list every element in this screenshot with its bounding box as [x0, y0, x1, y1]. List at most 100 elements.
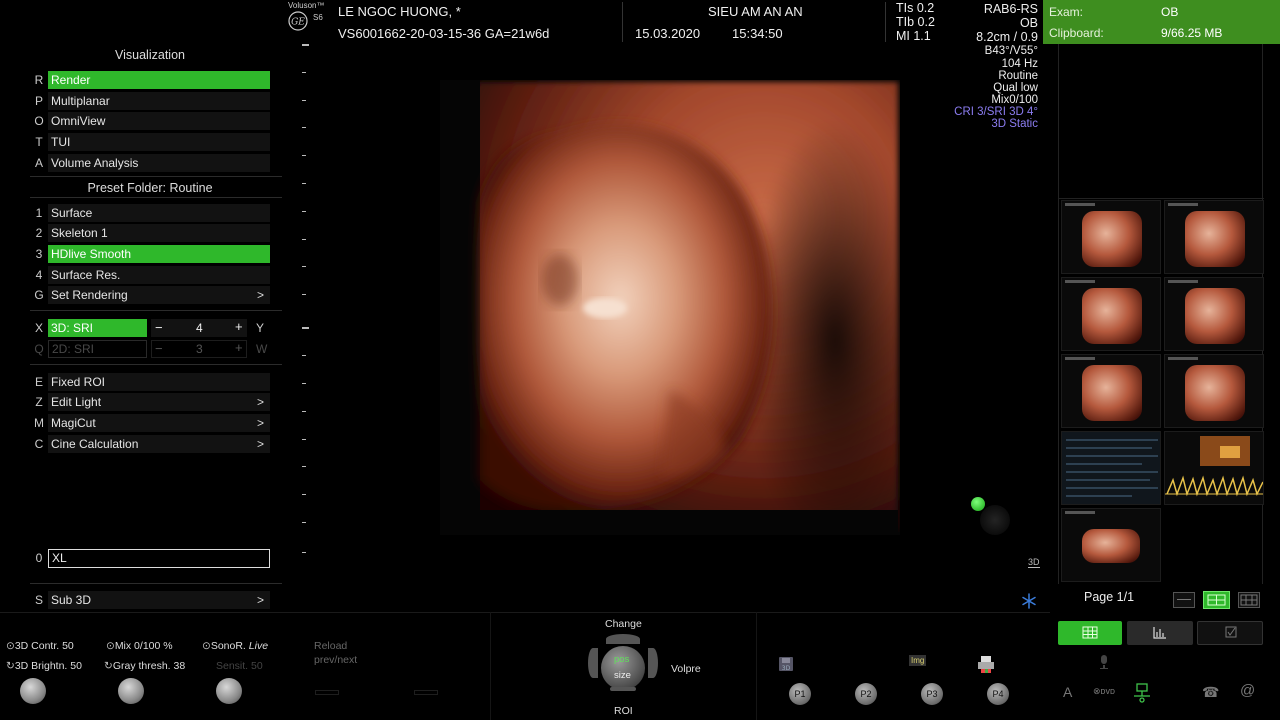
clipboard-thumbnail[interactable]	[1061, 277, 1161, 351]
preset-hdlive-smooth[interactable]: 3 HDlive Smooth	[30, 245, 270, 263]
scale-tick	[302, 494, 306, 495]
menu-key: G	[34, 288, 44, 302]
clipboard-thumbnail[interactable]	[1164, 277, 1264, 351]
menu-key: S	[34, 593, 43, 607]
mix-label: Mix0/100	[991, 94, 1038, 106]
sonor-knob[interactable]	[216, 678, 242, 704]
clipboard-thumbnail-report[interactable]	[1061, 431, 1161, 505]
scale-tick	[302, 411, 306, 412]
layout-2x2-button[interactable]	[1203, 591, 1230, 609]
grid-icon	[1240, 594, 1258, 606]
thumbnail-image	[1185, 288, 1245, 344]
fixed-roi-item[interactable]: E Fixed ROI	[30, 373, 270, 391]
roi-trackball[interactable]: pos size	[588, 634, 658, 692]
scale-tick	[302, 211, 306, 212]
exam-label: Exam:	[1049, 5, 1084, 19]
svg-text:3D: 3D	[782, 665, 791, 672]
preset-surface[interactable]: 1 Surface	[30, 204, 270, 222]
clipboard-thumbnail[interactable]	[1061, 354, 1161, 428]
prev-next-key[interactable]	[414, 690, 438, 695]
menu-label: TUI	[48, 133, 270, 151]
3d-badge: 3D	[1028, 557, 1040, 568]
sonor-control[interactable]: ⊙SonoR. Live	[202, 640, 268, 652]
microphone-icon[interactable]	[1097, 654, 1111, 670]
mode-render[interactable]: R Render	[30, 71, 270, 89]
table-view-button[interactable]	[1058, 621, 1122, 645]
clipboard-thumbnail[interactable]	[1164, 354, 1264, 428]
sub-3d-item[interactable]: S Sub 3D >	[30, 591, 270, 609]
gray-threshold-control[interactable]: ↻Gray thresh. 38	[104, 660, 185, 672]
printer-icon[interactable]	[976, 655, 996, 675]
render-viewport[interactable]	[440, 80, 900, 535]
scale-tick	[302, 72, 306, 73]
scale-tick	[302, 155, 306, 156]
layout-3x3-button[interactable]	[1238, 592, 1260, 608]
mode-omniview[interactable]: O OmniView	[30, 112, 270, 130]
snowflake-icon[interactable]	[1021, 593, 1037, 609]
p4-button[interactable]: P4	[987, 683, 1009, 705]
at-sign-icon[interactable]: @	[1240, 682, 1255, 699]
gray-threshold-knob[interactable]	[118, 678, 144, 704]
graph-view-button[interactable]	[1127, 621, 1193, 645]
sri-2d-label[interactable]: 2D: SRI	[48, 340, 147, 358]
clipboard-thumbnail-doppler[interactable]	[1164, 431, 1264, 505]
menu-label: Cine Calculation >	[48, 435, 270, 453]
network-icon[interactable]	[1130, 682, 1154, 704]
scale-tick	[302, 552, 306, 553]
scale-tick	[302, 127, 306, 128]
table-icon	[1082, 626, 1098, 639]
menu-key: A	[34, 156, 43, 170]
menu-label: Edit Light >	[48, 393, 270, 411]
sri-3d-minus-button[interactable]: −	[155, 320, 163, 335]
reload-key[interactable]	[315, 690, 339, 695]
checkbox-icon	[1225, 626, 1237, 638]
p2-button[interactable]: P2	[855, 683, 877, 705]
scale-tick	[302, 239, 306, 240]
thumbnail-image	[1082, 365, 1142, 421]
mode-multiplanar[interactable]: P Multiplanar	[30, 92, 270, 110]
save-disk-icon[interactable]: 3D	[777, 656, 797, 674]
clipboard-thumbnail[interactable]	[1061, 200, 1161, 274]
menu-key: P	[34, 94, 43, 108]
roi-label: ROI	[614, 705, 633, 717]
xl-field[interactable]: XL	[48, 549, 270, 568]
mix-control[interactable]: ⊙Mix 0/100 %	[106, 640, 173, 652]
freq-label: 104 Hz	[1001, 58, 1038, 70]
logo: Voluson™ S6 GE	[284, 0, 330, 40]
trackball-left-key	[588, 648, 598, 678]
preset-skeleton[interactable]: 2 Skeleton 1	[30, 224, 270, 242]
brightness-control[interactable]: ↻3D Brightn. 50	[6, 660, 82, 672]
menu-key: M	[34, 416, 44, 430]
p3-button[interactable]: P3	[921, 683, 943, 705]
mode-tui[interactable]: T TUI	[30, 133, 270, 151]
sri-3d-label[interactable]: 3D: SRI	[48, 319, 147, 337]
contrast-control[interactable]: ⊙3D Contr. 50	[6, 640, 74, 652]
radio-icon: ⊙	[106, 640, 115, 652]
sonor-live-label: Live	[248, 640, 269, 652]
sri-3d-plus-button[interactable]: +	[235, 319, 243, 334]
menu-key: 3	[35, 247, 43, 261]
annotation-a-icon[interactable]: A	[1063, 684, 1072, 700]
dvd-icon[interactable]: ⊗ᴅᴠᴅ	[1093, 686, 1115, 697]
clipboard-thumbnail[interactable]	[1164, 200, 1264, 274]
edit-light-item[interactable]: Z Edit Light >	[30, 393, 270, 411]
sri-2d-minus-button[interactable]: −	[155, 341, 163, 356]
magicut-item[interactable]: M MagiCut >	[30, 414, 270, 432]
layout-1x1-button[interactable]	[1173, 592, 1195, 608]
sri-2d-plus-button[interactable]: +	[235, 340, 243, 355]
preset-surface-res[interactable]: 4 Surface Res.	[30, 266, 270, 284]
trackball-ball	[601, 646, 645, 690]
depth-label: 8.2cm / 0.9	[976, 30, 1038, 44]
clipboard-thumbnail[interactable]	[1061, 508, 1161, 582]
phone-icon[interactable]: ☎	[1202, 684, 1219, 701]
menu-key: 0	[35, 551, 43, 565]
mode-volume-analysis[interactable]: A Volume Analysis	[30, 154, 270, 172]
ge-logo-icon: GE	[288, 11, 308, 31]
clipboard-value: 9/66.25 MB	[1161, 26, 1223, 40]
set-rendering-item[interactable]: G Set Rendering >	[30, 286, 270, 304]
checklist-button[interactable]	[1197, 621, 1263, 645]
cine-calculation-item[interactable]: C Cine Calculation >	[30, 435, 270, 453]
contrast-knob[interactable]	[20, 678, 46, 704]
menu-key: 1	[35, 206, 43, 220]
p1-button[interactable]: P1	[789, 683, 811, 705]
